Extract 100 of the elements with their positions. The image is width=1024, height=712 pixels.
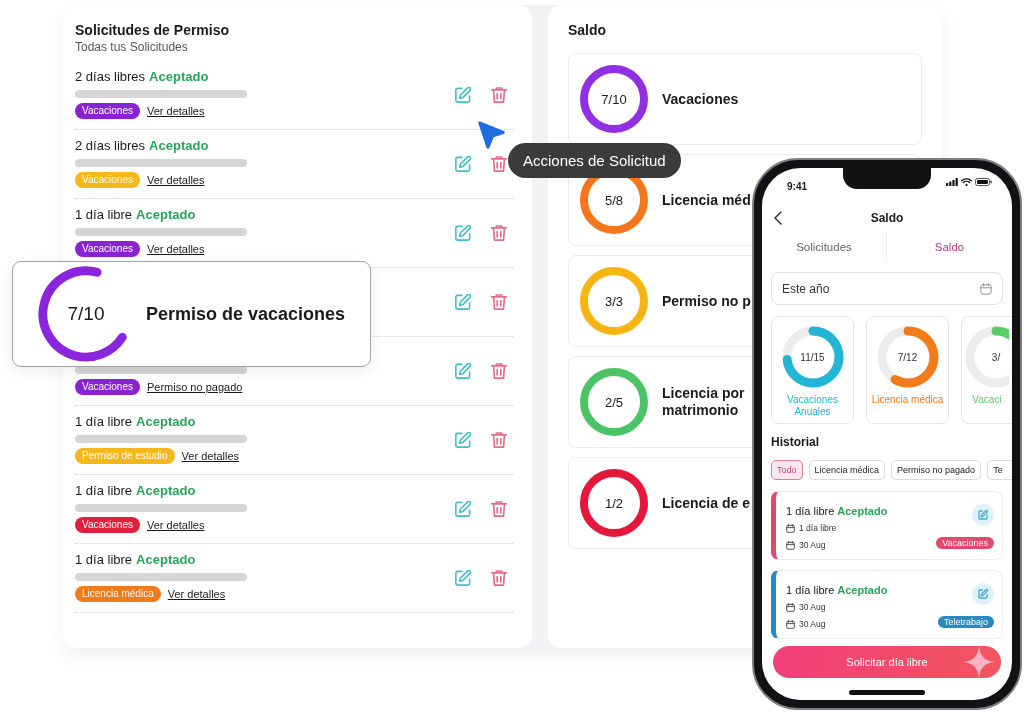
status-label: Aceptado <box>136 414 196 430</box>
delete-icon[interactable] <box>491 570 507 586</box>
donut-label: Vacaciones Anuales <box>786 394 839 418</box>
filter-chip[interactable]: Licencia médica <box>808 460 886 480</box>
balance-label: Licencia por matrimonio <box>662 385 746 419</box>
delete-icon[interactable] <box>491 156 507 172</box>
calendar-icon <box>980 282 992 295</box>
edit-icon[interactable] <box>455 432 471 448</box>
category-tag: Vacaciones <box>75 517 140 533</box>
request-title: 2 días libres <box>75 138 146 154</box>
details-link[interactable]: Ver detalles <box>146 174 205 186</box>
category-tag: Licencia médica <box>75 586 161 602</box>
edit-icon[interactable] <box>455 156 471 172</box>
status-label: Aceptado <box>837 504 888 518</box>
status-label: Aceptado <box>149 69 209 85</box>
balance-label: Licencia de e <box>662 494 750 512</box>
delete-icon[interactable] <box>491 87 507 103</box>
calendar-icon <box>786 602 795 612</box>
status-label: Aceptado <box>837 583 888 597</box>
signal-icon <box>946 178 958 186</box>
details-link[interactable]: Ver detalles <box>181 450 240 462</box>
request-title: 1 día libre <box>75 483 133 499</box>
filter-chip[interactable]: Te <box>987 460 1012 480</box>
category-tag: Teletrabajo <box>937 616 994 628</box>
panel-title: Saldo <box>568 21 608 39</box>
ring-value: 3/3 <box>604 293 624 309</box>
history-title: 1 día libre <box>786 583 835 597</box>
donut-label: Vacaci <box>972 394 1002 406</box>
calendar-icon <box>786 619 795 629</box>
status-label: Aceptado <box>136 483 196 499</box>
panel-title: Solicitudes de Permiso <box>75 21 231 39</box>
history-card[interactable]: 1 día libre Aceptado 1 día libre 30 Aug Vacaciones <box>771 491 1003 560</box>
date-text: 1 día libre <box>799 523 837 533</box>
details-link[interactable]: Ver detalles <box>167 588 226 600</box>
date-text: 30 Aug <box>799 619 826 629</box>
donut-value: 7/12 <box>897 351 918 363</box>
ring-value: 5/8 <box>604 192 624 208</box>
details-link[interactable]: Permiso no pagado <box>146 381 243 393</box>
edit-icon[interactable] <box>455 570 471 586</box>
status-label: Aceptado <box>136 552 196 568</box>
delete-icon[interactable] <box>491 501 507 517</box>
donut-value: 11/15 <box>800 351 825 363</box>
period-field[interactable]: Este año <box>771 272 1003 305</box>
request-title: 1 día libre <box>75 207 133 223</box>
date-text: 30 Aug <box>799 540 826 550</box>
pointer-icon <box>478 121 505 149</box>
date-text: 30 Aug <box>799 602 826 612</box>
status-time: 9:41 <box>787 181 807 192</box>
balance-label: Permiso no p <box>662 292 751 310</box>
balance-label: Licencia méd <box>662 191 751 209</box>
details-link[interactable]: Ver detalles <box>146 243 205 255</box>
tab[interactable]: Saldo <box>887 232 1012 262</box>
calendar-icon <box>786 523 795 533</box>
edit-icon[interactable] <box>455 501 471 517</box>
status-label: Aceptado <box>149 138 209 154</box>
request-button[interactable]: Solicitar día libre <box>773 646 1001 678</box>
history-title: 1 día libre <box>786 504 835 518</box>
category-tag: Vacaciones <box>75 379 140 395</box>
panel-subtitle: Todas tus Solicitudes <box>75 39 189 55</box>
ring-value: 7/10 <box>601 91 627 107</box>
donut-label: Licencia médica <box>871 394 944 406</box>
ring-value: 2/5 <box>604 394 624 410</box>
ring-value: 7/10 <box>67 303 105 325</box>
section-title: Historial <box>771 434 820 450</box>
screen-title: Saldo <box>869 211 905 225</box>
tooltip: Acciones de Solicitud <box>508 143 681 178</box>
status-label: Aceptado <box>136 207 196 223</box>
request-title: 1 día libre <box>75 414 133 430</box>
balance-label: Vacaciones <box>662 90 739 108</box>
wifi-icon <box>961 178 972 186</box>
battery-icon <box>975 178 992 186</box>
category-tag: Permiso de estudio <box>75 448 175 464</box>
edit-icon[interactable] <box>455 363 471 379</box>
history-card[interactable]: 1 día libre Aceptado 30 Aug 30 Aug Teletrabajo <box>771 570 1003 639</box>
request-title: 2 días libres <box>75 69 146 85</box>
edit-icon[interactable] <box>455 225 471 241</box>
tab[interactable]: Solicitudes <box>762 232 887 262</box>
category-tag: Vacaciones <box>75 241 140 257</box>
edit-icon[interactable] <box>972 583 994 605</box>
edit-icon[interactable] <box>455 294 471 310</box>
donut-value: 3/ <box>991 351 1001 363</box>
details-link[interactable]: Ver detalles <box>146 519 205 531</box>
sparkle-icon <box>963 646 995 678</box>
back-icon[interactable] <box>774 211 782 225</box>
category-tag: Vacaciones <box>75 172 140 188</box>
filter-chip[interactable]: Permiso no pagado <box>891 460 982 480</box>
edit-icon[interactable] <box>455 87 471 103</box>
delete-icon[interactable] <box>491 294 507 310</box>
delete-icon[interactable] <box>491 225 507 241</box>
delete-icon[interactable] <box>491 432 507 448</box>
category-tag: Vacaciones <box>936 537 994 549</box>
category-tag: Vacaciones <box>75 103 140 119</box>
edit-icon[interactable] <box>972 504 994 526</box>
filter-chip[interactable]: Todo <box>771 460 803 480</box>
delete-icon[interactable] <box>491 363 507 379</box>
calendar-icon <box>786 540 795 550</box>
ring-value: 1/2 <box>604 495 624 511</box>
highlight-label: Permiso de vacaciones <box>146 303 346 325</box>
details-link[interactable]: Ver detalles <box>146 105 205 117</box>
request-title: 1 día libre <box>75 552 133 568</box>
